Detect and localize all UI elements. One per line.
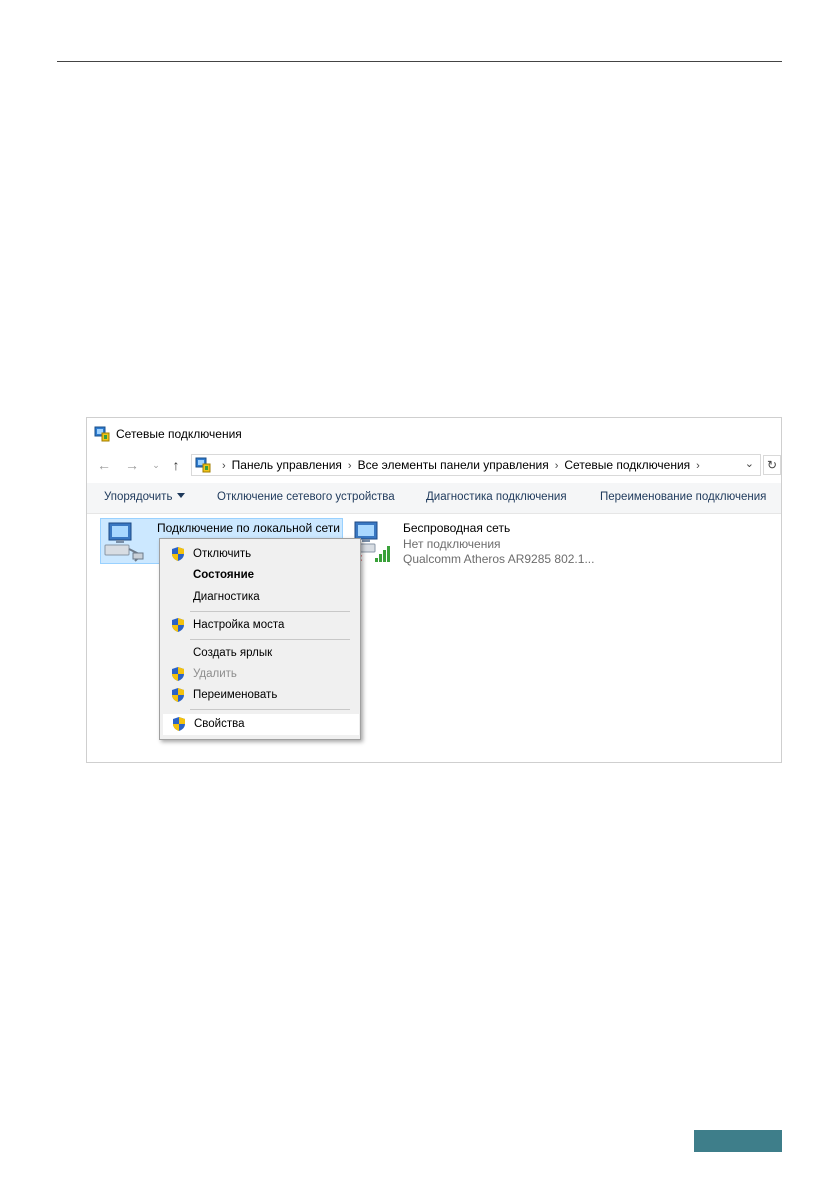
rename-button[interactable]: Переименование подключения <box>600 491 766 503</box>
chevron-right-icon[interactable]: › <box>348 460 352 472</box>
menu-item-rename[interactable]: Переименовать <box>162 685 358 706</box>
menu-item-properties[interactable]: Свойства <box>162 713 360 736</box>
breadcrumb-network-connections[interactable]: Сетевые подключения <box>564 458 690 472</box>
dropdown-arrow-icon <box>177 493 186 498</box>
page-top-rule <box>57 61 782 62</box>
refresh-icon[interactable]: ↻ <box>763 455 781 475</box>
breadcrumb: › Панель управления › Все элементы панели у… <box>216 458 706 472</box>
uac-shield-icon <box>172 688 184 702</box>
uac-shield-icon <box>173 717 185 731</box>
breadcrumb-all-items[interactable]: Все элементы панели управления <box>358 458 549 472</box>
breadcrumb-control-panel[interactable]: Панель управления <box>232 458 342 472</box>
window-title: Сетевые подключения <box>116 427 242 441</box>
wireless-connection-status: Нет подключения <box>403 537 501 551</box>
menu-item-diagnose[interactable]: Диагностика <box>162 587 358 608</box>
address-bar[interactable]: › Панель управления › Все элементы панели у… <box>191 454 761 476</box>
uac-shield-icon <box>172 667 184 681</box>
command-toolbar: Упорядочить Отключение сетевого устройст… <box>87 483 781 514</box>
menu-item-delete: Удалить <box>162 664 358 685</box>
up-arrow-icon[interactable]: ↑ <box>167 456 185 474</box>
title-bar: Сетевые подключения <box>87 418 781 450</box>
address-dropdown-icon[interactable]: ⌄ <box>745 457 754 470</box>
recent-dropdown-icon[interactable]: ⌄ <box>147 456 165 474</box>
context-menu: Отключить Состояние Диагностика Настройк… <box>159 538 361 740</box>
menu-item-create-shortcut[interactable]: Создать ярлык <box>162 643 358 664</box>
uac-shield-icon <box>172 547 184 561</box>
network-connections-icon <box>94 426 110 442</box>
chevron-right-icon[interactable]: › <box>555 460 559 472</box>
menu-separator <box>190 639 350 640</box>
menu-item-bridge[interactable]: Настройка моста <box>162 615 358 636</box>
control-panel-icon <box>195 457 211 473</box>
menu-separator <box>190 611 350 612</box>
menu-item-disable[interactable]: Отключить <box>162 544 358 565</box>
organize-button[interactable]: Упорядочить <box>104 491 186 503</box>
chevron-right-icon: › <box>222 460 226 472</box>
forward-arrow-icon[interactable]: → <box>123 456 141 474</box>
page-number-badge <box>694 1130 782 1152</box>
wireless-adapter-name: Qualcomm Atheros AR9285 802.1... <box>403 552 595 566</box>
menu-separator <box>190 709 350 710</box>
uac-shield-icon <box>172 618 184 632</box>
diagnose-button[interactable]: Диагностика подключения <box>426 491 567 503</box>
disable-device-button[interactable]: Отключение сетевого устройства <box>217 491 395 503</box>
chevron-right-icon[interactable]: › <box>696 460 700 472</box>
wireless-connection-name: Беспроводная сеть <box>403 521 511 535</box>
navigation-row: ← → ⌄ ↑ › Панель управления › Все элементы … <box>87 453 781 477</box>
wired-network-icon <box>104 522 144 562</box>
lan-connection-name: Подключение по локальной сети <box>157 521 340 535</box>
back-arrow-icon[interactable]: ← <box>95 456 113 474</box>
menu-item-status[interactable]: Состояние <box>162 565 358 586</box>
organize-label: Упорядочить <box>104 491 173 503</box>
